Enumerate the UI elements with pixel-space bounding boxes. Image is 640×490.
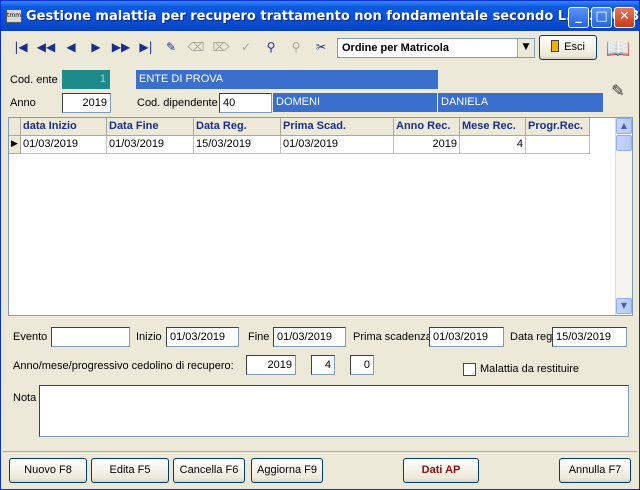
cod-ente-field[interactable]: 1 (62, 70, 110, 89)
scroll-up-icon[interactable]: ▲ (616, 118, 632, 134)
exit-button[interactable]: Esci (539, 35, 597, 60)
app-icon: tmm (6, 9, 22, 23)
delete-record-icon[interactable]: ⌦ (209, 34, 233, 60)
cancella-button[interactable]: Cancella F6 (173, 458, 245, 483)
close-button[interactable]: ✕ (614, 7, 635, 28)
edita-label: Edita F5 (109, 464, 151, 476)
edit-document-icon[interactable]: ✎ (605, 81, 631, 103)
annulla-label: Annulla F7 (568, 464, 622, 476)
col-header-data-fine[interactable]: Data Fine (107, 118, 194, 136)
recupero-anno-field[interactable]: 2019 (246, 355, 296, 375)
window-title: Gestione malattia per recupero trattamen… (26, 9, 640, 24)
col-header-mese-rec[interactable]: Mese Rec. (460, 118, 526, 136)
anno-field[interactable]: 2019 (62, 93, 111, 113)
evento-field[interactable] (51, 327, 130, 347)
nome-field: DANIELA (438, 93, 603, 112)
cod-dipendente-label: Cod. dipendente (137, 97, 218, 109)
table-cell[interactable]: 01/03/2019 (281, 136, 394, 154)
divider (3, 451, 637, 452)
add-record-icon[interactable]: ✎ (159, 34, 183, 60)
malattia-restituire-checkbox[interactable] (463, 363, 476, 376)
title-bar: tmm Gestione malattia per recupero tratt… (1, 1, 639, 31)
scroll-down-icon[interactable]: ▼ (616, 298, 632, 314)
maximize-button[interactable]: □ (591, 7, 612, 28)
data-reg-label: Data reg (510, 331, 553, 343)
annulla-button[interactable]: Annulla F7 (559, 458, 631, 483)
edit-record-icon[interactable]: ⌫ (184, 34, 208, 60)
ente-name-field: ENTE DI PROVA (136, 70, 438, 89)
chevron-down-icon[interactable]: ▼ (517, 39, 534, 57)
dati-ap-label: Dati AP (421, 464, 461, 476)
table-cell[interactable]: 2019 (394, 136, 460, 154)
fine-field[interactable]: 01/03/2019 (273, 327, 346, 347)
table-cell[interactable]: 01/03/2019 (21, 136, 107, 154)
recupero-label: Anno/mese/progressivo cedolino di recupe… (13, 360, 234, 372)
table-cell[interactable]: 15/03/2019 (194, 136, 281, 154)
col-header-data-reg[interactable]: Data Reg. (194, 118, 281, 136)
inizio-field[interactable]: 01/03/2019 (166, 327, 239, 347)
scroll-thumb[interactable] (616, 135, 632, 151)
edita-button[interactable]: Edita F5 (91, 458, 169, 483)
first-record-icon[interactable]: |◀ (9, 34, 33, 60)
prima-scadenza-label: Prima scadenza (353, 331, 432, 343)
col-header-data-inizio[interactable]: data Inizio (21, 118, 107, 136)
next-page-icon[interactable]: ▶▶ (109, 34, 133, 60)
exit-label: Esci (564, 41, 585, 53)
order-select-value: Ordine per Matricola (342, 42, 449, 54)
minimize-button[interactable]: _ (568, 7, 589, 28)
row-indicator-icon: ▶ (9, 136, 21, 154)
toolbar: |◀ ◀◀ ◀ ▶ ▶▶ ▶| ✎ ⌫ ⌦ ✓ ⚲ ⚲ ✂ Ordine per… (7, 34, 635, 62)
aggiorna-button[interactable]: Aggiorna F9 (251, 458, 323, 483)
anno-label: Anno (10, 97, 36, 109)
recupero-mese-field[interactable]: 4 (311, 355, 335, 375)
fine-label: Fine (248, 331, 270, 343)
evento-label: Evento (13, 331, 48, 343)
vertical-scrollbar[interactable]: ▲ ▼ (615, 118, 632, 315)
col-header-prima-scad[interactable]: Prima Scad. (281, 118, 394, 136)
table-cell[interactable]: 4 (460, 136, 526, 154)
recupero-progr-field[interactable]: 0 (350, 355, 374, 375)
search-icon[interactable]: ⚲ (259, 34, 283, 60)
data-reg-field[interactable]: 15/03/2019 (552, 327, 627, 347)
table-cell[interactable] (526, 136, 590, 154)
nuovo-label: Nuovo F8 (24, 464, 72, 476)
next-record-icon[interactable]: ▶ (84, 34, 108, 60)
door-icon (551, 40, 560, 52)
aggiorna-label: Aggiorna F9 (257, 464, 317, 476)
prev-record-icon[interactable]: ◀ (59, 34, 83, 60)
cognome-field: DOMENI (273, 93, 437, 112)
cod-ente-label: Cod. ente (10, 74, 58, 86)
malattia-grid[interactable]: data Inizio Data Fine Data Reg. Prima Sc… (8, 117, 633, 316)
malattia-restituire-label: Malattia da restituire (480, 363, 580, 375)
order-select[interactable]: Ordine per Matricola ▼ (337, 38, 535, 58)
nota-textarea[interactable] (39, 385, 629, 437)
col-header-progr-rec[interactable]: Progr.Rec. (526, 118, 590, 136)
main-window: tmm Gestione malattia per recupero tratt… (0, 0, 640, 490)
cancella-label: Cancella F6 (179, 464, 239, 476)
nuovo-button[interactable]: Nuovo F8 (9, 458, 87, 483)
col-header-anno-rec[interactable]: Anno Rec. (394, 118, 460, 136)
save-record-icon[interactable]: ✓ (234, 34, 258, 60)
last-record-icon[interactable]: ▶| (134, 34, 158, 60)
prima-scadenza-field[interactable]: 01/03/2019 (429, 327, 504, 347)
inizio-label: Inizio (136, 331, 162, 343)
prev-page-icon[interactable]: ◀◀ (34, 34, 58, 60)
grid-corner (9, 118, 21, 136)
filter-icon[interactable]: ✂ (309, 34, 333, 60)
dati-ap-button[interactable]: Dati AP (403, 458, 479, 483)
help-book-icon[interactable]: 📖 (603, 35, 633, 61)
nota-label: Nota (13, 392, 37, 404)
search-next-icon[interactable]: ⚲ (284, 34, 308, 60)
table-cell[interactable]: 01/03/2019 (107, 136, 194, 154)
cod-dipendente-field[interactable]: 40 (219, 93, 272, 113)
